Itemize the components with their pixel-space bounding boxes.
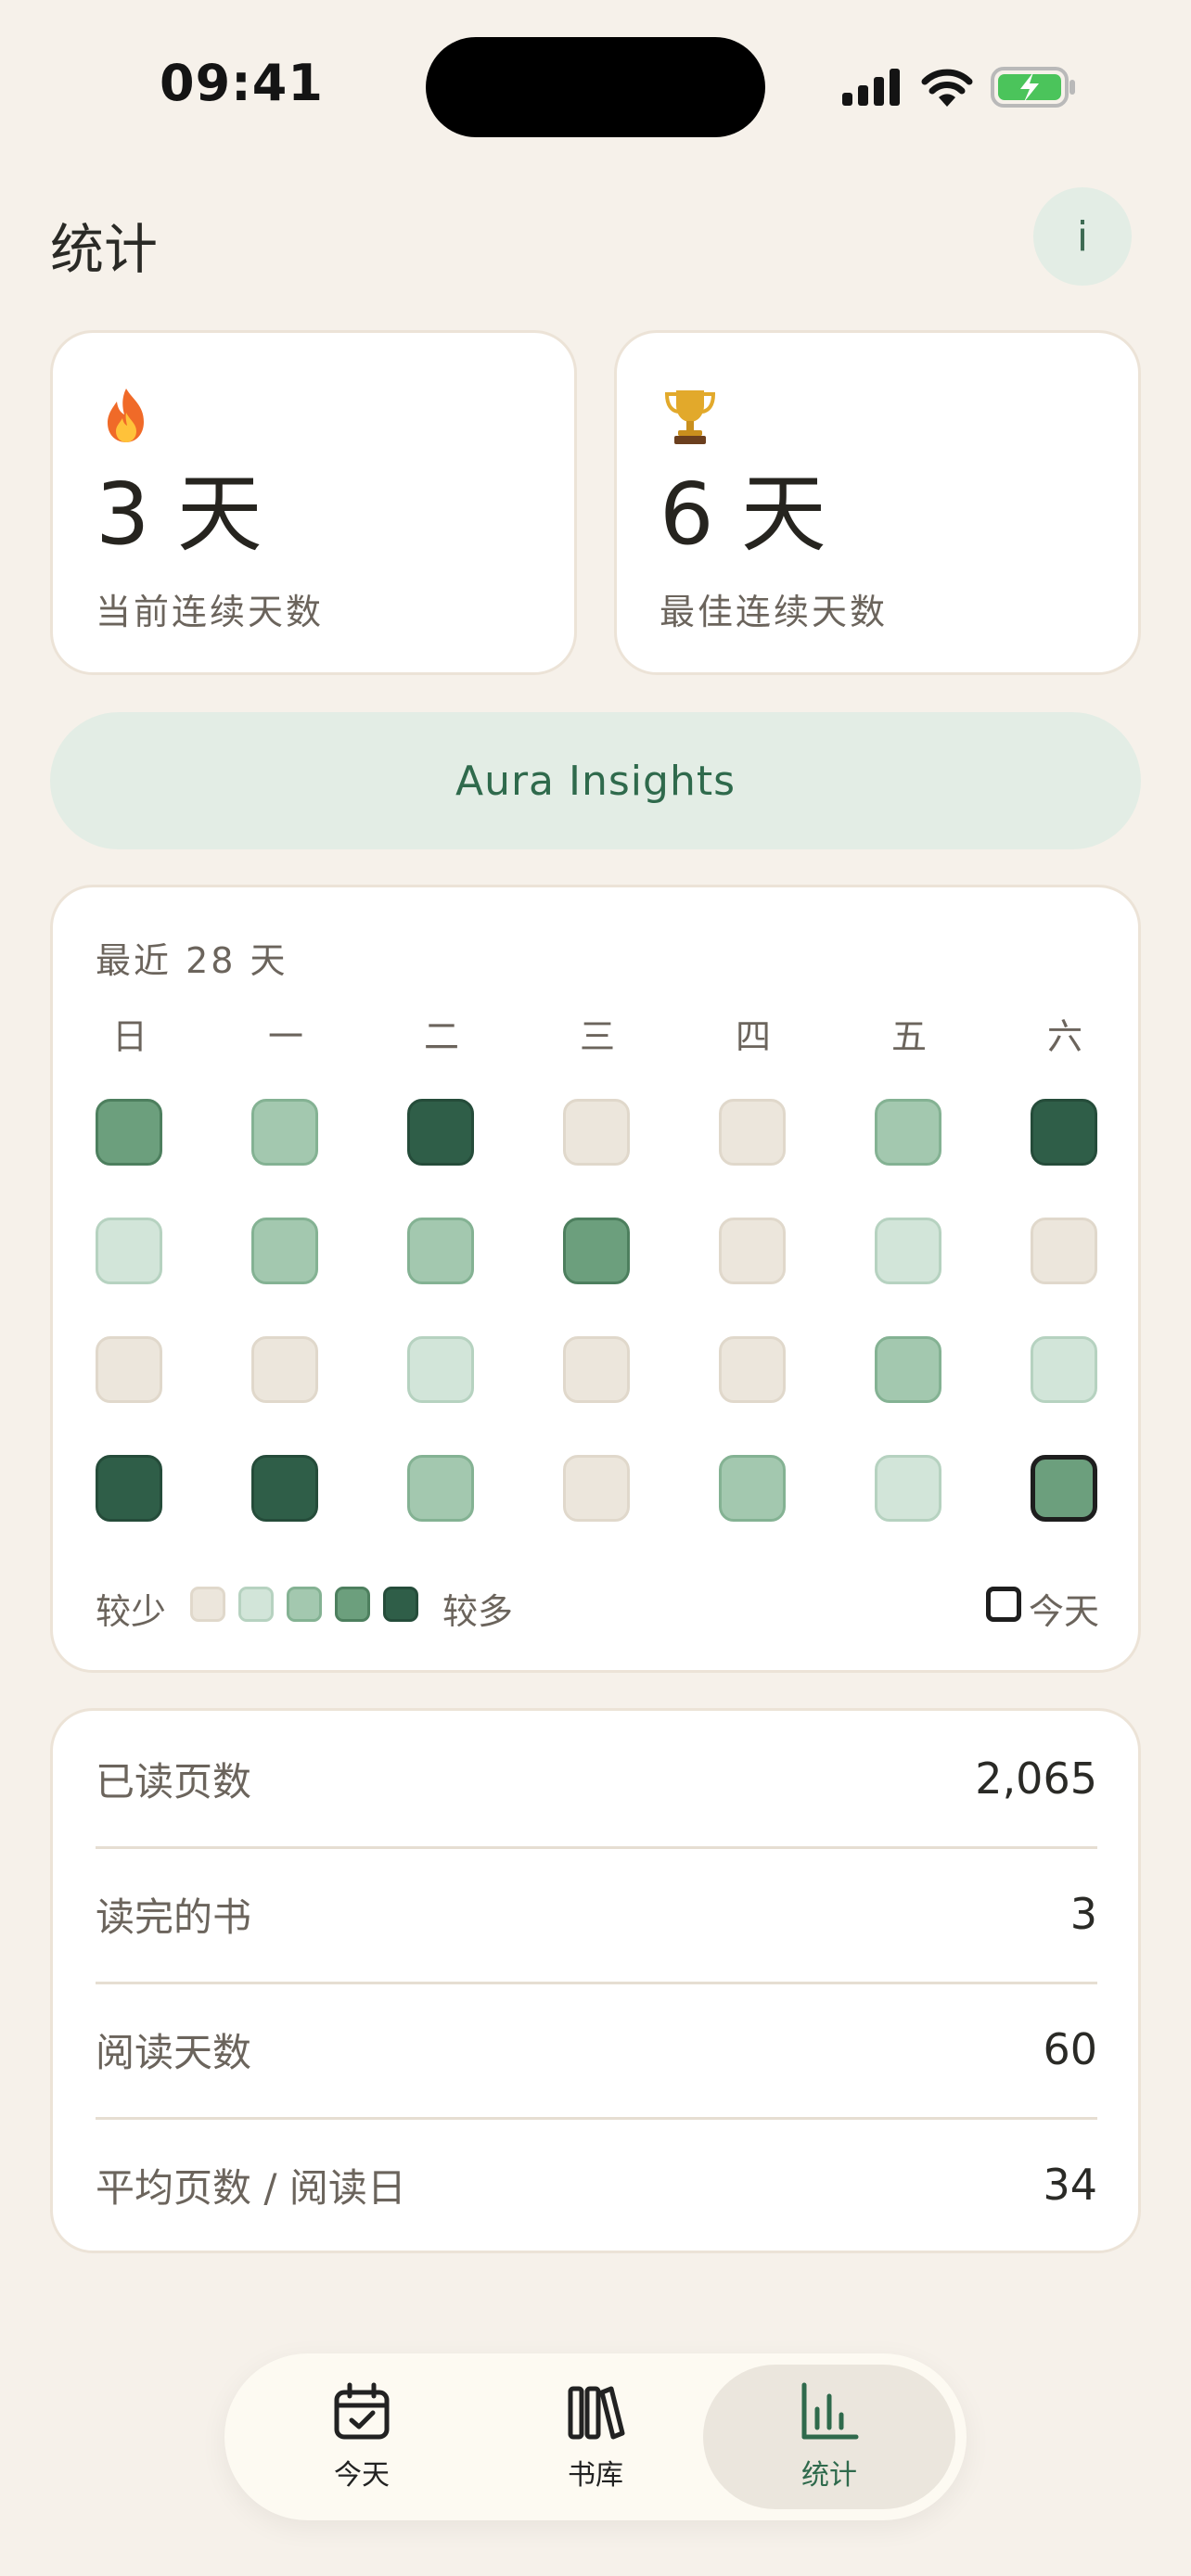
current-streak-value: 3 天 bbox=[96, 465, 263, 564]
stat-label: 平均页数 / 阅读日 bbox=[96, 2164, 406, 2211]
heatmap-cell bbox=[563, 1336, 630, 1403]
heatmap-cell bbox=[719, 1455, 786, 1522]
wifi-icon bbox=[921, 69, 973, 107]
weekday-tue: 二 bbox=[423, 1016, 459, 1057]
heatmap-cell bbox=[875, 1455, 941, 1522]
legend-swatch-4 bbox=[383, 1587, 418, 1622]
weekday-sun: 日 bbox=[111, 1016, 147, 1057]
legend-swatch-1 bbox=[238, 1587, 274, 1622]
heatmap-cell bbox=[719, 1336, 786, 1403]
heatmap-cell bbox=[407, 1455, 474, 1522]
heatmap-cell bbox=[96, 1099, 162, 1166]
legend-swatch-3 bbox=[335, 1587, 370, 1622]
calendar-check-icon bbox=[334, 2382, 390, 2440]
legend-more-label: 较多 bbox=[442, 1591, 514, 1632]
status-time: 09:41 bbox=[160, 54, 324, 112]
heatmap-cell bbox=[251, 1336, 318, 1403]
stat-row-books: 读完的书 3 bbox=[96, 1846, 1097, 1982]
bar-chart-icon bbox=[801, 2382, 859, 2440]
legend-swatch-2 bbox=[287, 1587, 322, 1622]
weekday-mon: 一 bbox=[267, 1016, 303, 1057]
tab-today[interactable]: 今天 bbox=[236, 2365, 488, 2509]
heatmap-cell bbox=[1031, 1099, 1097, 1166]
weekday-fri: 五 bbox=[890, 1016, 927, 1057]
weekday-wed: 三 bbox=[579, 1016, 615, 1057]
best-streak-card: 6 天 最佳连续天数 bbox=[614, 330, 1141, 675]
heatmap-cell bbox=[1031, 1218, 1097, 1284]
heatmap-cell bbox=[407, 1336, 474, 1403]
heatmap-cell bbox=[563, 1099, 630, 1166]
heatmap-cell bbox=[875, 1218, 941, 1284]
legend-less-label: 较少 bbox=[96, 1591, 167, 1632]
heatmap-cell bbox=[875, 1099, 941, 1166]
stats-card: 已读页数 2,065 读完的书 3 阅读天数 60 平均页数 / 阅读日 34 bbox=[50, 1708, 1141, 2253]
stat-value: 60 bbox=[1043, 2024, 1097, 2074]
stat-label: 已读页数 bbox=[96, 1758, 252, 1804]
current-streak-card: 3 天 当前连续天数 bbox=[50, 330, 577, 675]
status-bar: 09:41 bbox=[0, 0, 1191, 176]
heatmap-cell-today bbox=[1031, 1455, 1097, 1522]
stat-row-pages: 已读页数 2,065 bbox=[96, 1711, 1097, 1846]
heatmap-cell bbox=[719, 1218, 786, 1284]
legend-today-label: 今天 bbox=[1029, 1591, 1100, 1632]
aura-insights-button[interactable]: Aura Insights bbox=[50, 712, 1141, 849]
books-icon bbox=[568, 2386, 625, 2440]
heatmap-cell bbox=[96, 1218, 162, 1284]
tab-stats[interactable]: 统计 bbox=[703, 2365, 955, 2509]
weekday-sat: 六 bbox=[1046, 1016, 1082, 1057]
heatmap-cell bbox=[563, 1455, 630, 1522]
tab-label: 书库 bbox=[568, 2459, 623, 2492]
heatmap-cell bbox=[251, 1099, 318, 1166]
tab-label: 统计 bbox=[801, 2459, 857, 2492]
tab-label: 今天 bbox=[334, 2459, 390, 2492]
heatmap-cell bbox=[719, 1099, 786, 1166]
battery-charging-icon bbox=[991, 67, 1075, 108]
heatmap-cell bbox=[563, 1218, 630, 1284]
tab-library[interactable]: 书库 bbox=[469, 2365, 722, 2509]
stat-value: 3 bbox=[1069, 1889, 1097, 1939]
weekday-thu: 四 bbox=[735, 1016, 771, 1057]
stat-row-days: 阅读天数 60 bbox=[96, 1982, 1097, 2117]
heatmap-cell bbox=[875, 1336, 941, 1403]
heatmap-cell bbox=[407, 1099, 474, 1166]
heatmap-cell bbox=[1031, 1336, 1097, 1403]
tab-bar: 今天 书库 统计 bbox=[224, 2353, 967, 2520]
best-streak-value: 6 天 bbox=[660, 465, 826, 564]
legend-today-swatch bbox=[986, 1587, 1021, 1622]
heatmap-cell bbox=[251, 1455, 318, 1522]
heatmap-title: 最近 28 天 bbox=[96, 940, 288, 981]
fire-icon bbox=[108, 389, 144, 442]
heatmap-cell bbox=[251, 1218, 318, 1284]
stat-label: 阅读天数 bbox=[96, 2029, 252, 2075]
legend-swatch-0 bbox=[190, 1587, 225, 1622]
heatmap-card: 最近 28 天 日 一 二 三 四 五 六 较少 较多 今天 bbox=[50, 885, 1141, 1673]
stat-value: 34 bbox=[1043, 2160, 1097, 2210]
page-title: 统计 bbox=[50, 218, 159, 281]
status-icons bbox=[842, 59, 1076, 115]
trophy-icon bbox=[664, 390, 716, 444]
stat-label: 读完的书 bbox=[96, 1894, 252, 1940]
current-streak-label: 当前连续天数 bbox=[96, 592, 325, 632]
dynamic-island bbox=[426, 37, 765, 137]
heatmap-cell bbox=[96, 1455, 162, 1522]
signal-icon bbox=[842, 69, 900, 106]
stat-value: 2,065 bbox=[975, 1753, 1097, 1804]
info-button[interactable]: i bbox=[1033, 187, 1132, 286]
stat-row-average: 平均页数 / 阅读日 34 bbox=[96, 2117, 1097, 2252]
best-streak-label: 最佳连续天数 bbox=[660, 592, 889, 632]
heatmap-cell bbox=[407, 1218, 474, 1284]
heatmap-cell bbox=[96, 1336, 162, 1403]
